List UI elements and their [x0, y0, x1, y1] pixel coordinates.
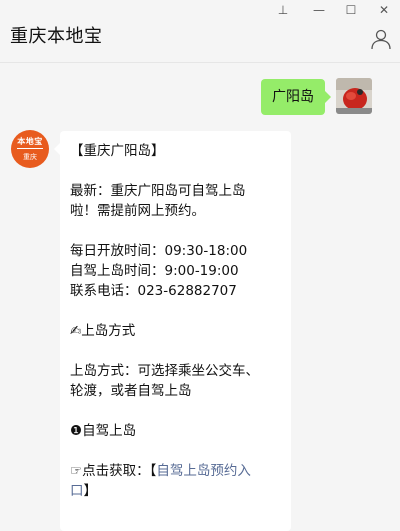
message-method-line-2: 轮渡，或者自驾上岛	[70, 383, 192, 399]
message-method-line-1: 上岛方式：可选择乘坐公交车、	[70, 363, 259, 379]
user-avatar[interactable]	[336, 78, 372, 114]
message-phone: 联系电话：023-62882707	[70, 283, 237, 299]
click-suffix: 】	[83, 483, 98, 499]
minimize-icon[interactable]: —	[311, 2, 327, 18]
user-avatar-image	[336, 78, 372, 114]
message-drive-time: 自驾上岛时间：9:00-19:00	[70, 263, 239, 279]
close-icon[interactable]: ✕	[376, 2, 392, 18]
reservation-link[interactable]: 自驾上岛预约入	[156, 463, 251, 479]
outgoing-message-text: 广阳岛	[272, 89, 314, 105]
message-click-line-2: 口】	[70, 481, 281, 501]
pin-icon[interactable]: ⊥	[275, 2, 291, 18]
bot-avatar[interactable]: 本地宝 重庆	[11, 130, 49, 168]
outgoing-message[interactable]: 广阳岛	[261, 79, 331, 115]
message-method-heading: ✍上岛方式	[70, 323, 136, 339]
message-news-line-2: 啦！需提前网上预约。	[70, 203, 205, 219]
message-drive-heading: ❶自驾上岛	[70, 423, 137, 439]
message-click-line: ☞点击获取：【自驾上岛预约入	[70, 461, 281, 481]
click-prefix: ☞点击获取：【	[70, 463, 157, 479]
profile-icon[interactable]	[370, 28, 392, 50]
message-title: 【重庆广阳岛】	[70, 143, 165, 159]
bot-avatar-divider	[17, 148, 43, 149]
reservation-link-continued[interactable]: 口	[70, 483, 84, 499]
message-open-time: 每日开放时间：09:30-18:00	[70, 243, 248, 259]
chat-title: 重庆本地宝	[10, 26, 103, 47]
message-news-line-1: 最新：重庆广阳岛可自驾上岛	[70, 183, 246, 199]
incoming-message: 【重庆广阳岛】 最新：重庆广阳岛可自驾上岛 啦！需提前网上预约。 每日开放时间：…	[54, 131, 291, 531]
bot-avatar-logo-text: 本地宝	[17, 137, 43, 146]
maximize-icon[interactable]: ☐	[343, 2, 359, 18]
bot-avatar-city-text: 重庆	[23, 153, 37, 161]
window-titlebar: ⊥ — ☐ ✕	[0, 0, 400, 22]
